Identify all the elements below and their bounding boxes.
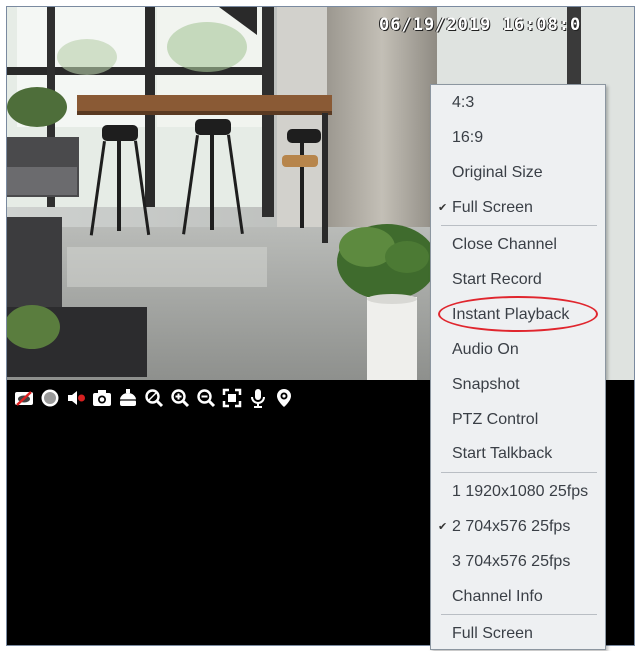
menu-item-stream-3[interactable]: 3 704x576 25fps: [431, 547, 605, 577]
check-mark-icon: ✔: [438, 521, 448, 533]
menu-item-full-screen[interactable]: Full Screen: [431, 619, 605, 649]
menu-item-instant-playback[interactable]: Instant Playback: [431, 300, 605, 330]
menu-item-snapshot[interactable]: Snapshot: [431, 370, 605, 400]
menu-item-label: Start Record: [452, 271, 542, 288]
menu-item-label: Close Channel: [452, 236, 557, 253]
menu-item-channel-info[interactable]: Channel Info: [431, 582, 605, 612]
zoom-icon: [145, 389, 164, 408]
audio-off-icon: [68, 391, 85, 405]
location-button[interactable]: [273, 387, 295, 409]
zoom-out-icon: [197, 389, 216, 408]
menu-separator: [441, 614, 597, 615]
menu-item-4-3[interactable]: 4:3: [431, 88, 605, 118]
menu-item-label: Original Size: [452, 164, 543, 181]
menu-item-label: Instant Playback: [452, 306, 570, 323]
menu-item-label: Full Screen: [452, 625, 533, 642]
camera-timestamp: 06/19/2019 16:08:0: [379, 15, 582, 35]
record-button[interactable]: [39, 387, 61, 409]
menu-item-label: Channel Info: [452, 588, 543, 605]
zoom-out-button[interactable]: [195, 387, 217, 409]
zoom-button[interactable]: [143, 387, 165, 409]
menu-item-ptz-control[interactable]: PTZ Control: [431, 405, 605, 435]
menu-item-label: Start Talkback: [452, 445, 553, 462]
snapshot-button[interactable]: [91, 387, 113, 409]
menu-item-close-channel[interactable]: Close Channel: [431, 230, 605, 260]
hide-toolbar-icon: [15, 391, 33, 406]
talkback-button[interactable]: [247, 387, 269, 409]
menu-separator: [441, 225, 597, 226]
menu-item-stream-1[interactable]: 1 1920x1080 25fps: [431, 477, 605, 507]
menu-item-label: 4:3: [452, 94, 475, 111]
ptz-button[interactable]: [117, 387, 139, 409]
menu-item-original-size[interactable]: Original Size: [431, 158, 605, 188]
snapshot-icon: [93, 390, 111, 406]
location-icon: [277, 389, 291, 407]
menu-item-label: Full Screen: [452, 199, 533, 216]
hide-toolbar-button[interactable]: [13, 387, 35, 409]
menu-item-start-record[interactable]: Start Record: [431, 265, 605, 295]
menu-item-16-9[interactable]: 16:9: [431, 123, 605, 153]
menu-item-audio-on[interactable]: Audio On: [431, 335, 605, 365]
fullscreen-button[interactable]: [221, 387, 243, 409]
menu-item-label: 2 704x576 25fps: [452, 518, 571, 535]
check-mark-icon: ✔: [438, 202, 448, 214]
menu-item-label: Audio On: [452, 341, 519, 358]
menu-item-label: Snapshot: [452, 376, 520, 393]
microphone-icon: [251, 389, 265, 408]
menu-item-stream-2[interactable]: ✔ 2 704x576 25fps: [431, 512, 605, 542]
menu-item-start-talkback[interactable]: Start Talkback: [431, 439, 605, 469]
menu-separator: [441, 472, 597, 473]
menu-item-full-screen-mode[interactable]: ✔ Full Screen: [431, 193, 605, 223]
menu-item-label: 3 704x576 25fps: [452, 553, 571, 570]
fullscreen-icon: [222, 388, 242, 408]
menu-item-label: PTZ Control: [452, 411, 539, 428]
menu-item-label: 16:9: [452, 129, 484, 146]
zoom-in-button[interactable]: [169, 387, 191, 409]
audio-button[interactable]: [65, 387, 87, 409]
record-icon: [41, 389, 59, 407]
ptz-icon: [120, 389, 136, 406]
menu-item-label: 1 1920x1080 25fps: [452, 483, 589, 500]
context-menu: 4:3 16:9 Original Size ✔ Full Screen Clos…: [430, 84, 606, 650]
zoom-in-icon: [171, 389, 190, 408]
